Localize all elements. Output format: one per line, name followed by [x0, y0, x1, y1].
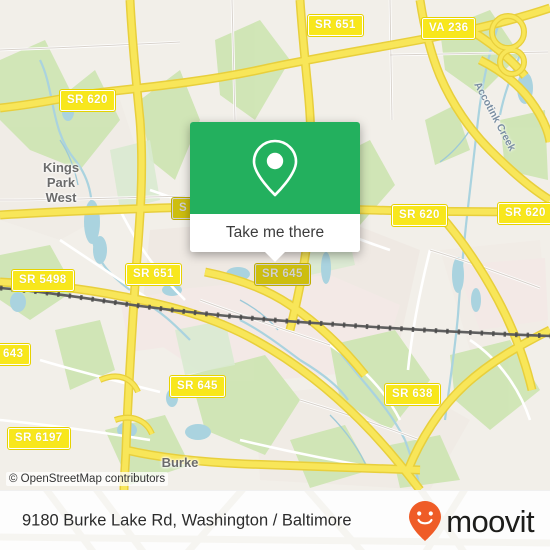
osm-attribution: © OpenStreetMap contributors [6, 472, 169, 486]
map-pin-icon [252, 139, 298, 197]
take-me-there-button[interactable]: Take me there [190, 214, 360, 252]
card-pointer-tail [264, 251, 286, 262]
place-label-burke: Burke [161, 455, 199, 470]
road-shield-sr-651-south[interactable]: SR 651 [125, 263, 182, 286]
road-shield-sr-651-north[interactable]: SR 651 [307, 14, 364, 37]
card-header [190, 122, 360, 214]
footer-address: 9180 Burke Lake Rd, Washington / Baltimo… [22, 511, 352, 530]
road-shield-643[interactable]: 643 [0, 343, 32, 366]
road-shield-sr-620-mid[interactable]: SR 620 [391, 204, 448, 227]
road-shield-sr-645-under-card[interactable]: SR 645 [254, 263, 311, 286]
place-label-kings-park-west: Kings Park West [42, 160, 80, 205]
road-shield-sr-5498[interactable]: SR 5498 [11, 269, 75, 292]
moovit-logo[interactable]: moovit [408, 500, 535, 542]
moovit-pin-icon [409, 501, 442, 541]
moovit-wordmark: moovit [446, 503, 534, 539]
road-shield-sr-645[interactable]: SR 645 [169, 375, 226, 398]
road-shield-sr-638[interactable]: SR 638 [384, 383, 441, 406]
road-shield-va-236[interactable]: VA 236 [420, 17, 477, 40]
take-me-there-label: Take me there [225, 224, 325, 241]
footer-bar: 9180 Burke Lake Rd, Washington / Baltimo… [0, 490, 550, 550]
moovit-map-screenshot: Kings Park West Burke Accotink Creek SR … [0, 0, 550, 550]
road-shield-sr-620-west[interactable]: SR 620 [59, 89, 116, 112]
road-shield-sr-620-east[interactable]: SR 620 [497, 202, 550, 225]
destination-card[interactable]: Take me there [190, 122, 360, 262]
road-shield-sr-6197[interactable]: SR 6197 [7, 427, 71, 450]
